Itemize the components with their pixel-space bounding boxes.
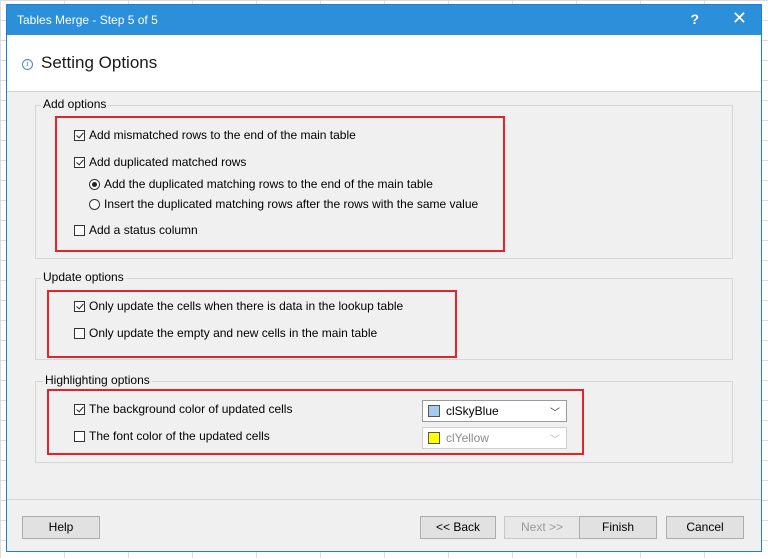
- help-icon[interactable]: ?: [690, 11, 699, 27]
- tables-merge-dialog: Tables Merge - Step 5 of 5 ? ✕ i Setting…: [6, 4, 762, 552]
- page-title: Setting Options: [41, 53, 158, 72]
- window-title: Tables Merge - Step 5 of 5: [17, 13, 158, 27]
- add-options-title: Add options: [41, 97, 109, 111]
- title-bar: Tables Merge - Step 5 of 5 ? ✕: [7, 5, 761, 35]
- close-icon[interactable]: ✕: [732, 8, 747, 29]
- next-button[interactable]: Next >>: [504, 516, 580, 539]
- highlighting-options-highlight-box: [47, 389, 584, 455]
- back-button[interactable]: << Back: [420, 516, 496, 539]
- finish-button[interactable]: Finish: [579, 516, 657, 539]
- footer-divider: [7, 499, 761, 500]
- info-icon: i: [22, 59, 33, 70]
- step-header: i Setting Options: [7, 35, 761, 92]
- update-options-highlight-box: [47, 290, 457, 358]
- add-options-highlight-box: [55, 116, 505, 252]
- cancel-button[interactable]: Cancel: [666, 516, 744, 539]
- highlighting-options-title: Highlighting options: [43, 373, 152, 387]
- update-options-title: Update options: [41, 270, 126, 284]
- help-button[interactable]: Help: [22, 516, 100, 539]
